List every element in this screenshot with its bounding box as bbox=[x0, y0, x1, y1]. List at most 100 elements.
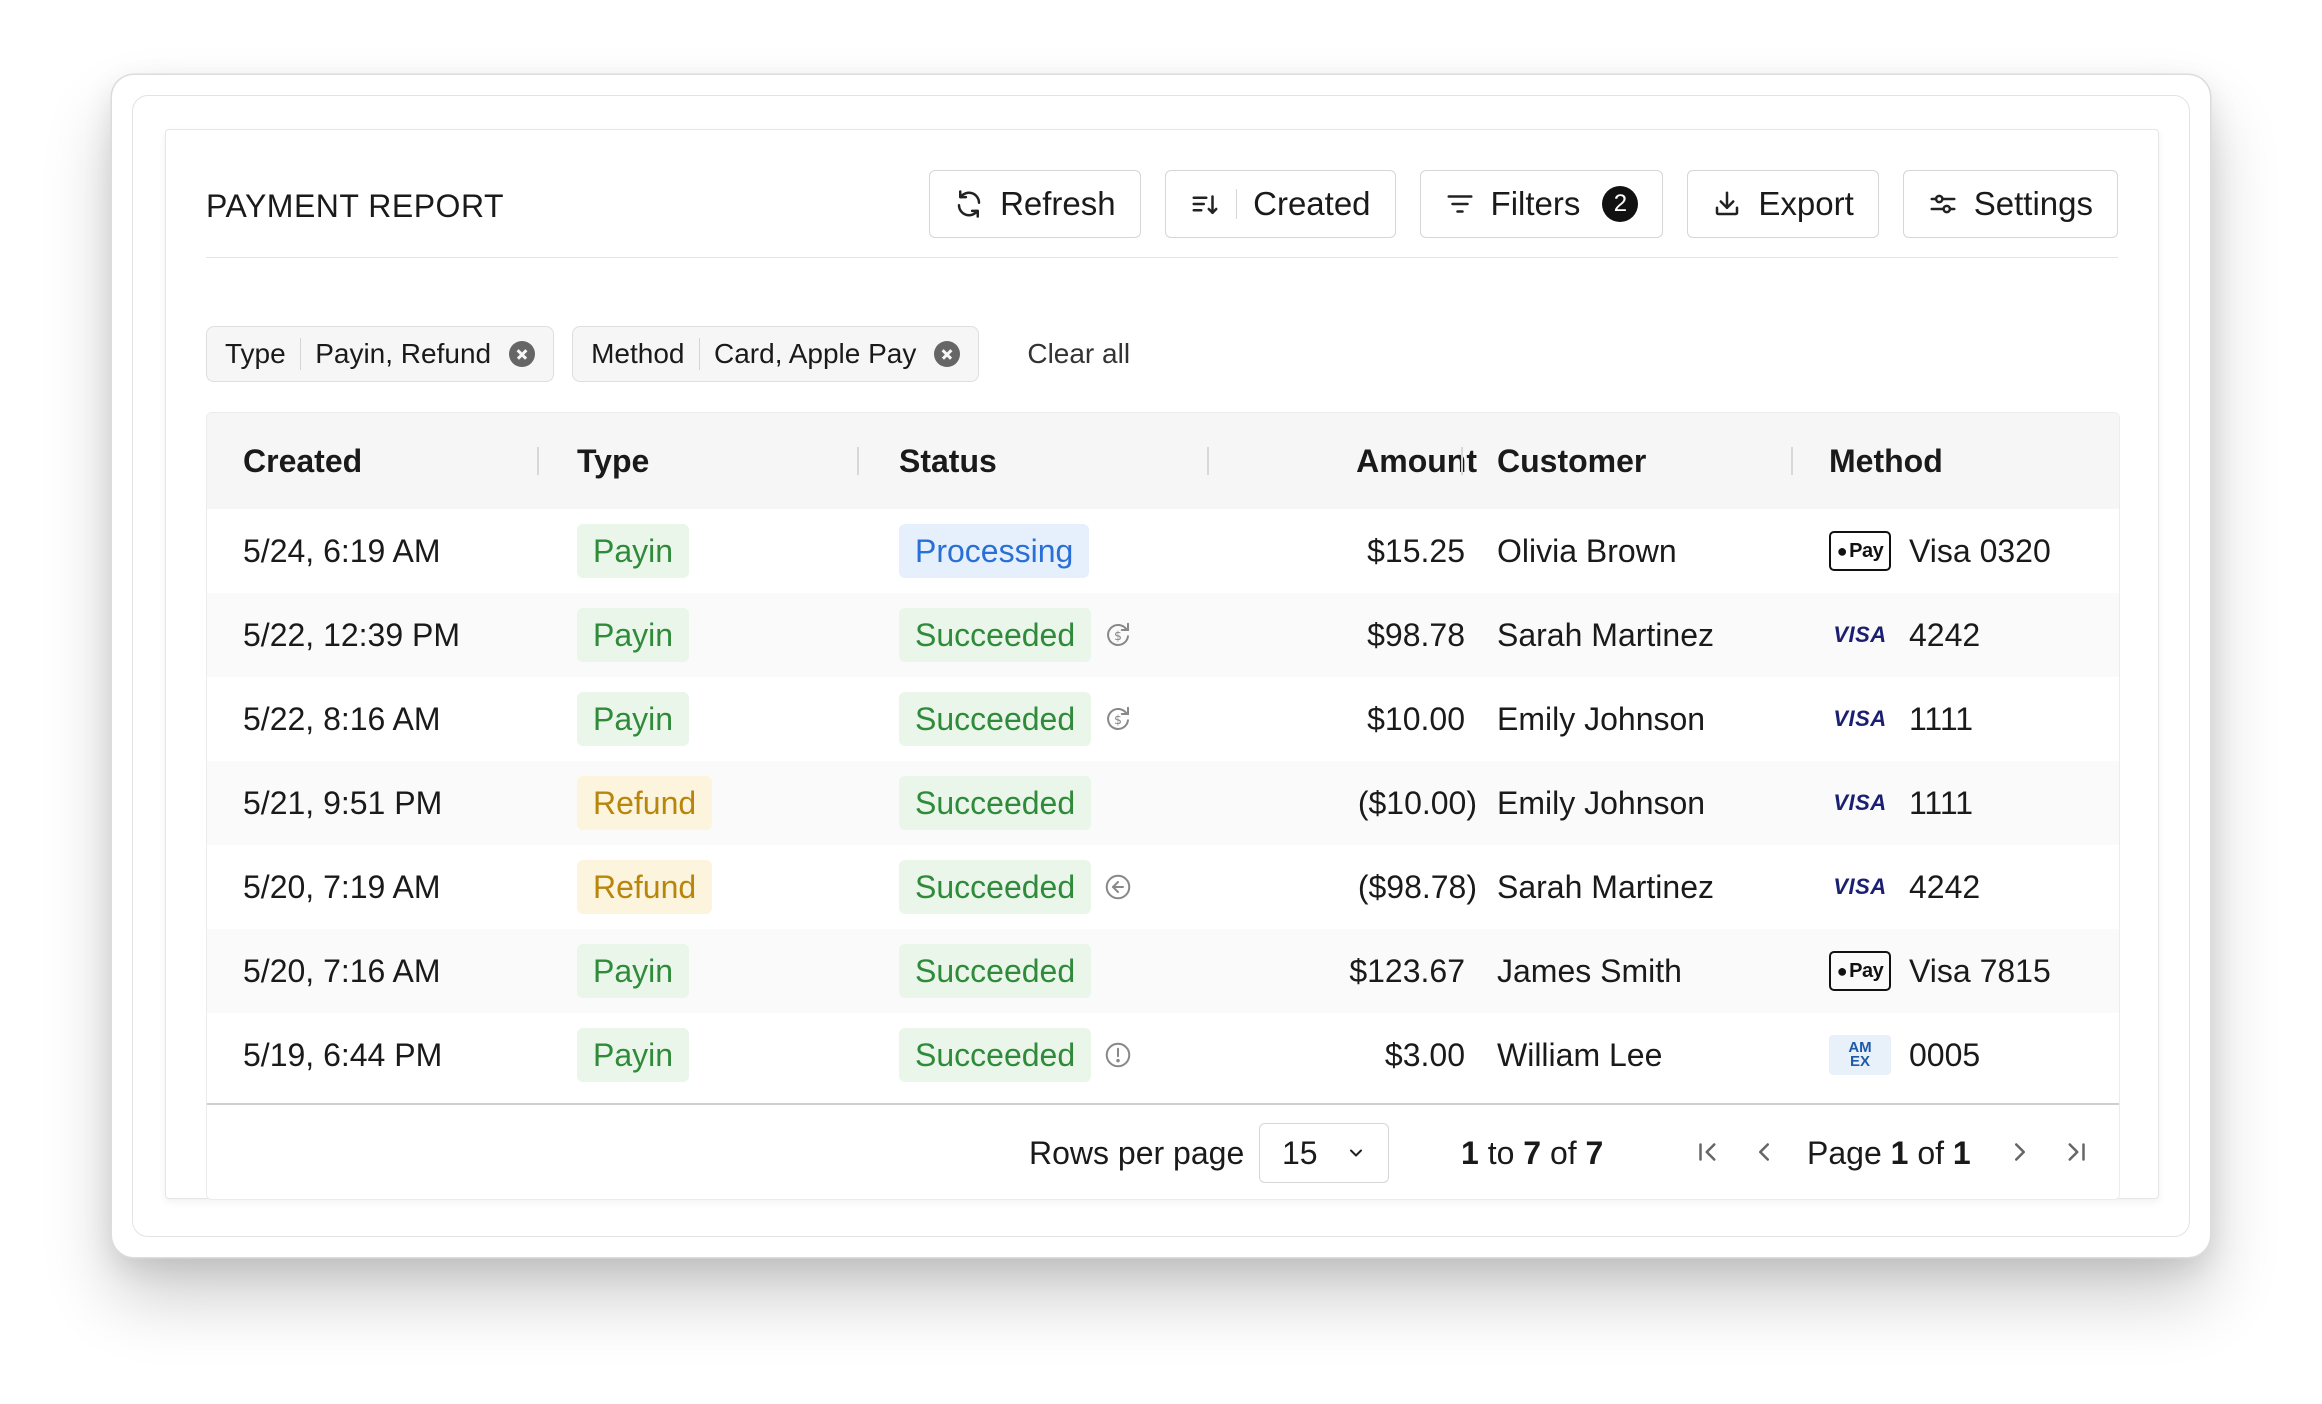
settings-button-label: Settings bbox=[1973, 185, 2093, 222]
type-badge: Refund bbox=[577, 776, 713, 830]
status-badge: Succeeded bbox=[899, 1028, 1092, 1082]
svg-text:$: $ bbox=[1114, 628, 1122, 643]
apple-logo-icon: ● bbox=[1836, 540, 1848, 561]
cell-status: Succeeded $ bbox=[899, 593, 1133, 677]
refresh-button-label: Refresh bbox=[1000, 185, 1116, 222]
cell-amount: ($98.78) bbox=[1357, 868, 1477, 905]
cell-created: 5/20, 7:19 AM bbox=[243, 868, 441, 905]
status-badge: Succeeded bbox=[899, 608, 1092, 662]
cell-method: VISA 1111 bbox=[1829, 761, 1973, 845]
cell-status: Succeeded bbox=[899, 1013, 1133, 1097]
filter-chip-key: Type bbox=[225, 338, 286, 369]
cell-type: Payin bbox=[577, 509, 690, 593]
range-to-word: to bbox=[1487, 1134, 1515, 1171]
payment-method-label: Visa 0320 bbox=[1909, 532, 2051, 569]
table-row[interactable]: 5/24, 6:19 AM Payin Processing $15.25 Olivia… bbox=[207, 509, 2119, 593]
column-header-method[interactable]: Method bbox=[1829, 413, 1943, 509]
sort-button[interactable]: Created bbox=[1164, 170, 1396, 238]
cell-customer: Sarah Martinez bbox=[1497, 868, 1714, 905]
status-badge: Succeeded bbox=[899, 944, 1092, 998]
cell-amount: $3.00 bbox=[1384, 1036, 1465, 1073]
remove-filter-icon[interactable] bbox=[509, 341, 536, 367]
remove-filter-icon[interactable] bbox=[934, 341, 961, 367]
table-row[interactable]: 5/22, 12:39 PM Payin Succeeded $ $98.78 Sarah… bbox=[207, 593, 2119, 677]
table-row[interactable]: 5/20, 7:19 AM Refund Succeeded ($98.78) Sara… bbox=[207, 845, 2119, 929]
type-badge: Payin bbox=[577, 944, 690, 998]
column-resize-handle[interactable] bbox=[1207, 447, 1209, 475]
cell-created: 5/22, 12:39 PM bbox=[243, 616, 461, 653]
previous-page-icon[interactable] bbox=[1749, 1137, 1779, 1167]
type-badge: Payin bbox=[577, 524, 690, 578]
cell-method: ● Pay Visa 7815 bbox=[1829, 929, 2051, 1013]
visa-icon: VISA bbox=[1829, 699, 1891, 739]
status-badge: Processing bbox=[899, 524, 1090, 578]
payment-method-label: 4242 bbox=[1909, 616, 1981, 653]
filters-button[interactable]: Filters 2 bbox=[1419, 170, 1664, 238]
filters-count-badge: 2 bbox=[1602, 186, 1639, 222]
clear-all-link[interactable]: Clear all bbox=[1027, 338, 1130, 370]
filter-chip-type[interactable]: Type Payin, Refund bbox=[206, 326, 555, 382]
cell-method: VISA 4242 bbox=[1829, 845, 1980, 929]
column-resize-handle[interactable] bbox=[1791, 447, 1793, 475]
cell-customer: Sarah Martinez bbox=[1497, 616, 1714, 653]
page-word: Page bbox=[1807, 1134, 1882, 1171]
column-header-status[interactable]: Status bbox=[899, 413, 997, 509]
table-row[interactable]: 5/20, 7:16 AM Payin Succeeded $123.67 James … bbox=[207, 929, 2119, 1013]
range-total: 7 bbox=[1585, 1134, 1604, 1171]
column-resize-handle[interactable] bbox=[1461, 447, 1463, 475]
payment-method-label: 1111 bbox=[1909, 784, 1974, 821]
svg-text:$: $ bbox=[1114, 712, 1122, 727]
column-header-amount[interactable]: Amount bbox=[1237, 413, 1477, 509]
export-button-label: Export bbox=[1758, 185, 1854, 222]
export-button[interactable]: Export bbox=[1687, 170, 1879, 238]
cell-created: 5/21, 9:51 PM bbox=[243, 784, 443, 821]
filter-chip-value: Payin, Refund bbox=[315, 338, 492, 369]
apple-pay-text: Pay bbox=[1849, 539, 1884, 562]
cell-created: 5/20, 7:16 AM bbox=[243, 952, 441, 989]
sort-button-label: Created bbox=[1253, 185, 1371, 222]
column-header-customer[interactable]: Customer bbox=[1497, 413, 1646, 509]
column-header-type[interactable]: Type bbox=[577, 413, 649, 509]
status-badge: Succeeded bbox=[899, 692, 1092, 746]
visa-text: VISA bbox=[1833, 622, 1887, 647]
last-page-icon[interactable] bbox=[2061, 1137, 2091, 1167]
rows-per-page-label: Rows per page bbox=[1029, 1134, 1245, 1171]
cell-method: VISA 4242 bbox=[1829, 593, 1980, 677]
table-row[interactable]: 5/21, 9:51 PM Refund Succeeded ($10.00) Emil… bbox=[207, 761, 2119, 845]
cell-amount: $10.00 bbox=[1367, 700, 1465, 737]
cell-type: Payin bbox=[577, 1013, 690, 1097]
cell-customer: Emily Johnson bbox=[1497, 700, 1706, 737]
cell-status: Succeeded bbox=[899, 929, 1092, 1013]
type-badge: Payin bbox=[577, 692, 690, 746]
payments-table: Created Type Status Amount Customer Meth… bbox=[206, 412, 2120, 1200]
first-page-icon[interactable] bbox=[1693, 1137, 1723, 1167]
type-badge: Payin bbox=[577, 1028, 690, 1082]
payment-report-card: PAYMENT REPORT Refresh Created Filters 2… bbox=[165, 129, 2159, 1200]
column-header-created[interactable]: Created bbox=[243, 413, 362, 509]
column-resize-handle[interactable] bbox=[857, 447, 859, 475]
table-header: Created Type Status Amount Customer Meth… bbox=[207, 413, 2119, 509]
filter-chip-method[interactable]: Method Card, Apple Pay bbox=[572, 326, 980, 382]
refund-arrow-icon bbox=[1103, 872, 1133, 902]
settings-button[interactable]: Settings bbox=[1902, 170, 2118, 238]
rows-per-page-select[interactable]: 15 bbox=[1259, 1123, 1389, 1183]
alert-icon bbox=[1103, 1040, 1133, 1070]
refresh-button[interactable]: Refresh bbox=[929, 170, 1141, 238]
page-total: 1 bbox=[1952, 1134, 1971, 1171]
apple-pay-icon: ● Pay bbox=[1829, 951, 1891, 991]
cell-method: AM EX 0005 bbox=[1829, 1013, 1980, 1097]
cell-method: VISA 1111 bbox=[1829, 677, 1973, 761]
payment-method-label: 4242 bbox=[1909, 868, 1981, 905]
partial-refund-icon: $ bbox=[1103, 620, 1133, 650]
sort-icon bbox=[1192, 195, 1218, 214]
apple-pay-text: Pay bbox=[1849, 959, 1884, 982]
chip-divider bbox=[299, 338, 302, 370]
column-resize-handle[interactable] bbox=[537, 447, 539, 475]
cell-type: Payin bbox=[577, 929, 690, 1013]
table-row[interactable]: 5/22, 8:16 AM Payin Succeeded $ $10.00 Emily … bbox=[207, 677, 2119, 761]
next-page-icon[interactable] bbox=[2005, 1137, 2035, 1167]
cell-type: Refund bbox=[577, 761, 713, 845]
filter-chip-key: Method bbox=[591, 338, 685, 369]
table-row[interactable]: 5/19, 6:44 PM Payin Succeeded $3.00 William … bbox=[207, 1013, 2119, 1097]
cell-method: ● Pay Visa 0320 bbox=[1829, 509, 2051, 593]
